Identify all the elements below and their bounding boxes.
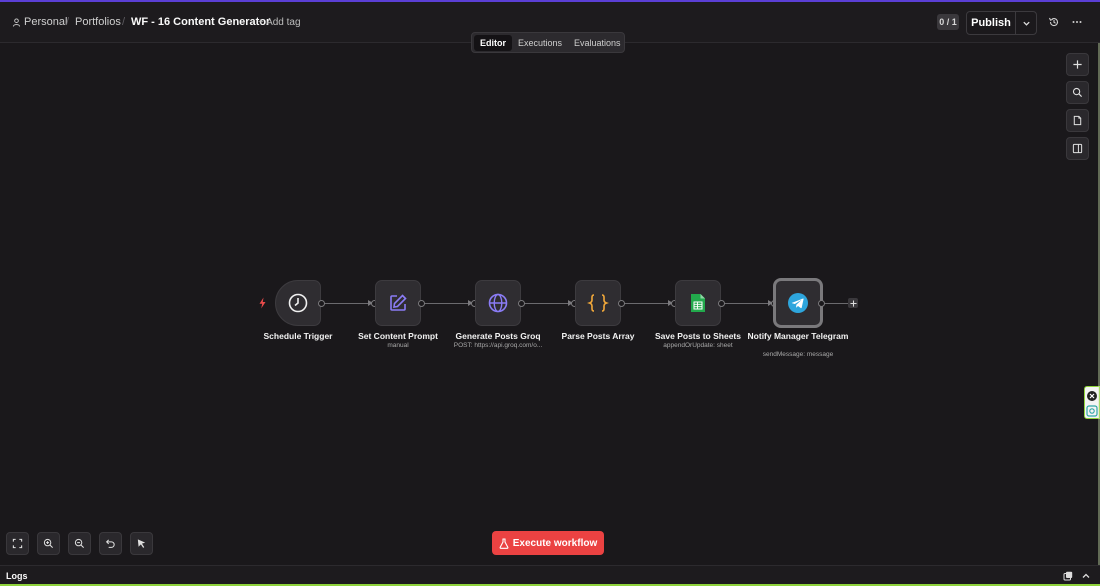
undo-button[interactable] [99, 532, 122, 555]
search-icon [1072, 87, 1083, 98]
search-nodes-button[interactable] [1066, 81, 1089, 104]
logs-panel-bar[interactable]: Logs [0, 565, 1100, 586]
close-icon[interactable] [1086, 390, 1098, 402]
sticky-note-icon [1073, 115, 1082, 126]
pop-out-icon[interactable] [1063, 571, 1073, 581]
node-generate-posts-groq[interactable] [475, 280, 521, 326]
node-label: Generate Posts Groq [455, 331, 541, 341]
select-mode-button[interactable] [130, 532, 153, 555]
code-braces-icon [587, 294, 609, 312]
workflow-canvas[interactable] [0, 43, 1100, 565]
panel-icon [1072, 143, 1083, 154]
connection-line [824, 303, 848, 304]
zoom-out-button[interactable] [68, 532, 91, 555]
publish-button-group: Publish [966, 11, 1037, 35]
node-subtitle: appendOrUpdate: sheet [663, 342, 733, 349]
fit-view-icon [12, 538, 23, 549]
node-notify-manager-telegram[interactable] [773, 278, 823, 328]
version-counter: 0 / 1 [937, 14, 959, 30]
node-output-handle[interactable] [518, 300, 525, 307]
breadcrumb-separator: / [122, 16, 126, 28]
breadcrumb-personal-label: Personal [24, 16, 68, 28]
plus-icon [1073, 60, 1082, 69]
extension-icon[interactable] [1086, 405, 1098, 417]
breadcrumb-personal[interactable]: Personal [12, 2, 67, 42]
add-tag-button[interactable]: + Add tag [258, 2, 301, 42]
zoom-in-button[interactable] [37, 532, 60, 555]
breadcrumb-separator: / [66, 16, 70, 28]
trigger-bolt-icon [259, 297, 266, 309]
node-subtitle: POST: https://api.groq.com/o... [453, 342, 543, 349]
node-output-handle[interactable] [418, 300, 425, 307]
connection-line[interactable] [624, 303, 670, 304]
publish-dropdown-button[interactable] [1016, 12, 1036, 34]
telegram-icon [788, 293, 808, 313]
node-label: Parse Posts Array [561, 331, 635, 341]
add-node-button[interactable] [1066, 53, 1089, 76]
history-icon[interactable] [1048, 16, 1060, 28]
node-schedule-trigger[interactable] [275, 280, 321, 326]
zoom-in-icon [43, 538, 53, 548]
add-next-node-button[interactable] [848, 298, 858, 308]
node-label: Save Posts to Sheets [655, 331, 741, 341]
more-icon[interactable] [1071, 16, 1083, 28]
undo-icon [105, 539, 115, 548]
zoom-out-icon [74, 538, 84, 548]
node-label: Notify Manager Telegram [747, 331, 849, 341]
toggle-panel-button[interactable] [1066, 137, 1089, 160]
workflow-title[interactable]: WF - 16 Content Generator [131, 2, 270, 42]
connection-line[interactable] [324, 303, 370, 304]
chevron-up-icon[interactable] [1081, 571, 1091, 581]
user-icon [12, 17, 21, 27]
node-label: Schedule Trigger [263, 331, 333, 341]
edit-icon [390, 294, 407, 311]
fit-view-button[interactable] [6, 532, 29, 555]
connection-line[interactable] [724, 303, 770, 304]
cursor-icon [137, 539, 146, 548]
connection-line[interactable] [424, 303, 470, 304]
node-output-handle[interactable] [818, 300, 825, 307]
node-subtitle: sendMessage: message [762, 351, 834, 358]
node-output-handle[interactable] [618, 300, 625, 307]
node-output-handle[interactable] [718, 300, 725, 307]
node-output-handle[interactable] [318, 300, 325, 307]
google-sheets-icon [691, 294, 705, 312]
execute-workflow-label: Execute workflow [512, 537, 598, 549]
execute-workflow-button[interactable]: Execute workflow [492, 531, 604, 555]
node-label: Set Content Prompt [358, 331, 438, 341]
node-set-content-prompt[interactable] [375, 280, 421, 326]
chevron-down-icon [1022, 21, 1030, 26]
breadcrumb-portfolios[interactable]: Portfolios [75, 2, 121, 42]
connection-line[interactable] [524, 303, 570, 304]
node-save-posts-to-sheets[interactable] [675, 280, 721, 326]
globe-icon [488, 293, 508, 313]
add-sticky-note-button[interactable] [1066, 109, 1089, 132]
logs-label: Logs [6, 571, 28, 581]
plus-icon [849, 299, 857, 307]
publish-button[interactable]: Publish [967, 12, 1016, 34]
node-parse-posts-array[interactable] [575, 280, 621, 326]
flask-icon [499, 537, 509, 549]
clock-icon [288, 293, 308, 313]
node-subtitle: manual [387, 342, 409, 349]
